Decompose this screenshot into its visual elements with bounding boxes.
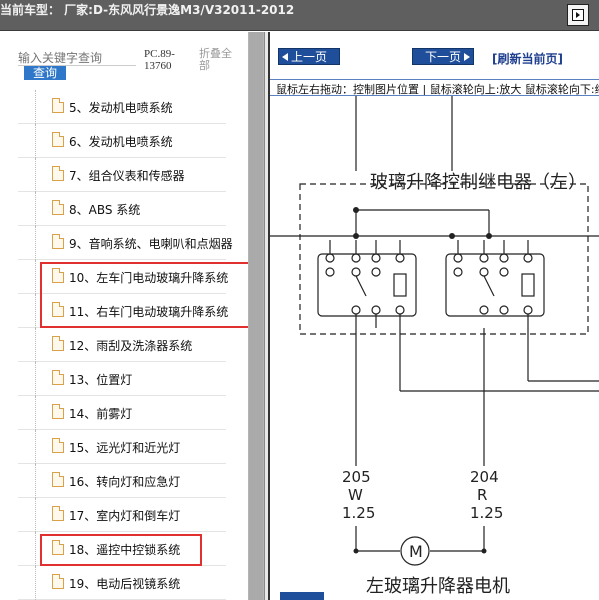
- tree-connector: [35, 124, 36, 158]
- vehicle-title: 当前车型： 厂家:D-东风风行景逸M3/V32011-2012: [0, 3, 295, 17]
- tree-connector: [35, 90, 36, 124]
- document-icon: [52, 438, 64, 453]
- document-icon: [52, 336, 64, 351]
- toggle-panel-button[interactable]: [567, 4, 589, 26]
- scrollbar-thumb[interactable]: [249, 32, 263, 600]
- hint-bar: 鼠标左右拖动：控制图片位置 | 鼠标滚轮向上:放大 鼠标滚轮向下:缩: [270, 79, 599, 96]
- tree-item-label: 16、转向灯和应急灯: [69, 475, 181, 489]
- tree-connector: [35, 294, 36, 328]
- tree-item-label: 17、室内灯和倒车灯: [69, 509, 181, 523]
- tree-item-label: 15、远光灯和近光灯: [69, 441, 181, 455]
- tree-item[interactable]: 7、组合仪表和传感器: [0, 158, 248, 192]
- tree-connector: [35, 158, 36, 192]
- tree-connector: [35, 498, 36, 532]
- wire-right-size: 1.25: [470, 504, 503, 522]
- tree-item-label: 19、电动后视镜系统: [69, 577, 181, 591]
- tree-connector: [35, 464, 36, 498]
- diagram-viewer: 上一页 下一页 [刷新当前页] 鼠标左右拖动：控制图片位置 | 鼠标滚轮向上:放…: [268, 32, 599, 600]
- tree-item[interactable]: 8、ABS 系统: [0, 192, 248, 226]
- tree-item-label: 14、前雾灯: [69, 407, 133, 421]
- document-icon: [52, 574, 64, 589]
- tree-connector: [35, 226, 36, 260]
- tree-item-label: 6、发动机电喷系统: [69, 135, 173, 149]
- document-icon: [52, 404, 64, 419]
- motor-label: 左玻璃升降器电机: [366, 576, 510, 597]
- refresh-page-button[interactable]: [刷新当前页]: [492, 50, 563, 67]
- wire-right-color: R: [477, 486, 487, 504]
- arrow-right-icon: [464, 53, 470, 61]
- tree-connector: [35, 260, 36, 294]
- tree-connector: [35, 362, 36, 396]
- motor-letter: M: [409, 542, 423, 561]
- tree-connector: [35, 566, 36, 600]
- sidebar-scrollbar[interactable]: [248, 32, 264, 600]
- tree-connector: [35, 192, 36, 226]
- document-icon: [52, 200, 64, 215]
- search-input[interactable]: [18, 50, 136, 66]
- sidebar: 查询 PC.89-13760 折叠全部 5、发动机电喷系统 6、发动机电喷系统 7、…: [0, 32, 256, 600]
- tree-item[interactable]: 19、电动后视镜系统: [0, 566, 248, 600]
- tree-item[interactable]: 12、雨刮及洗涤器系统: [0, 328, 248, 362]
- wire-left-color: W: [348, 486, 363, 504]
- manual-code: PC.89-13760: [144, 48, 175, 72]
- highlight-box: [40, 262, 256, 328]
- tree-connector: [35, 430, 36, 464]
- wire-right-number: 204: [470, 468, 499, 486]
- tree-item[interactable]: 17、室内灯和倒车灯: [0, 498, 248, 532]
- wire-left-size: 1.25: [342, 504, 375, 522]
- document-icon: [52, 98, 64, 113]
- tree-connector: [35, 396, 36, 430]
- next-page-button[interactable]: 下一页: [412, 48, 474, 65]
- tree-connector: [35, 328, 36, 362]
- tree-item[interactable]: 9、音响系统、电喇叭和点烟器: [0, 226, 248, 260]
- wire-left-number: 205: [342, 468, 371, 486]
- next-page-label: 下一页: [424, 50, 461, 64]
- wiring-diagram[interactable]: 玻璃升降控制继电器（左） 205 W 1.25 204 R 1.25 M 左玻璃…: [270, 96, 599, 600]
- tree-item-label: 12、雨刮及洗涤器系统: [69, 339, 193, 353]
- relay-title: 玻璃升降控制继电器（左）: [370, 172, 586, 193]
- document-icon: [52, 472, 64, 487]
- prev-page-label: 上一页: [290, 50, 327, 64]
- tree-item-label: 8、ABS 系统: [69, 203, 141, 217]
- viewer-bottom-tab[interactable]: [280, 592, 324, 600]
- tree-item[interactable]: 13、位置灯: [0, 362, 248, 396]
- tree-item-label: 9、音响系统、电喇叭和点烟器: [69, 237, 233, 251]
- tree-item-label: 13、位置灯: [69, 373, 133, 387]
- tree-connector: [35, 532, 36, 566]
- tree-item[interactable]: 15、远光灯和近光灯: [0, 430, 248, 464]
- tree-item[interactable]: 5、发动机电喷系统: [0, 90, 248, 124]
- relay-box: [299, 183, 589, 335]
- highlight-box: [40, 534, 202, 566]
- document-icon: [52, 132, 64, 147]
- document-icon: [52, 166, 64, 181]
- hint-text: 鼠标左右拖动：控制图片位置 | 鼠标滚轮向上:放大 鼠标滚轮向下:缩: [276, 83, 599, 96]
- document-icon: [52, 506, 64, 521]
- tree-item-label: 7、组合仪表和传感器: [69, 169, 185, 183]
- search-button[interactable]: 查询: [24, 66, 66, 80]
- document-icon: [52, 234, 64, 249]
- document-icon: [52, 370, 64, 385]
- viewer-toolbar: 上一页 下一页 [刷新当前页]: [270, 42, 599, 78]
- collapse-all-link[interactable]: 折叠全部: [199, 48, 239, 72]
- arrow-left-icon: [282, 53, 288, 61]
- expand-icon: [572, 9, 584, 21]
- prev-page-button[interactable]: 上一页: [278, 48, 340, 65]
- tree-item[interactable]: 16、转向灯和应急灯: [0, 464, 248, 498]
- top-bar: 当前车型： 厂家:D-东风风行景逸M3/V32011-2012: [0, 0, 599, 31]
- tree-item[interactable]: 14、前雾灯: [0, 396, 248, 430]
- tree-item[interactable]: 6、发动机电喷系统: [0, 124, 248, 158]
- tree-item-label: 5、发动机电喷系统: [69, 101, 173, 115]
